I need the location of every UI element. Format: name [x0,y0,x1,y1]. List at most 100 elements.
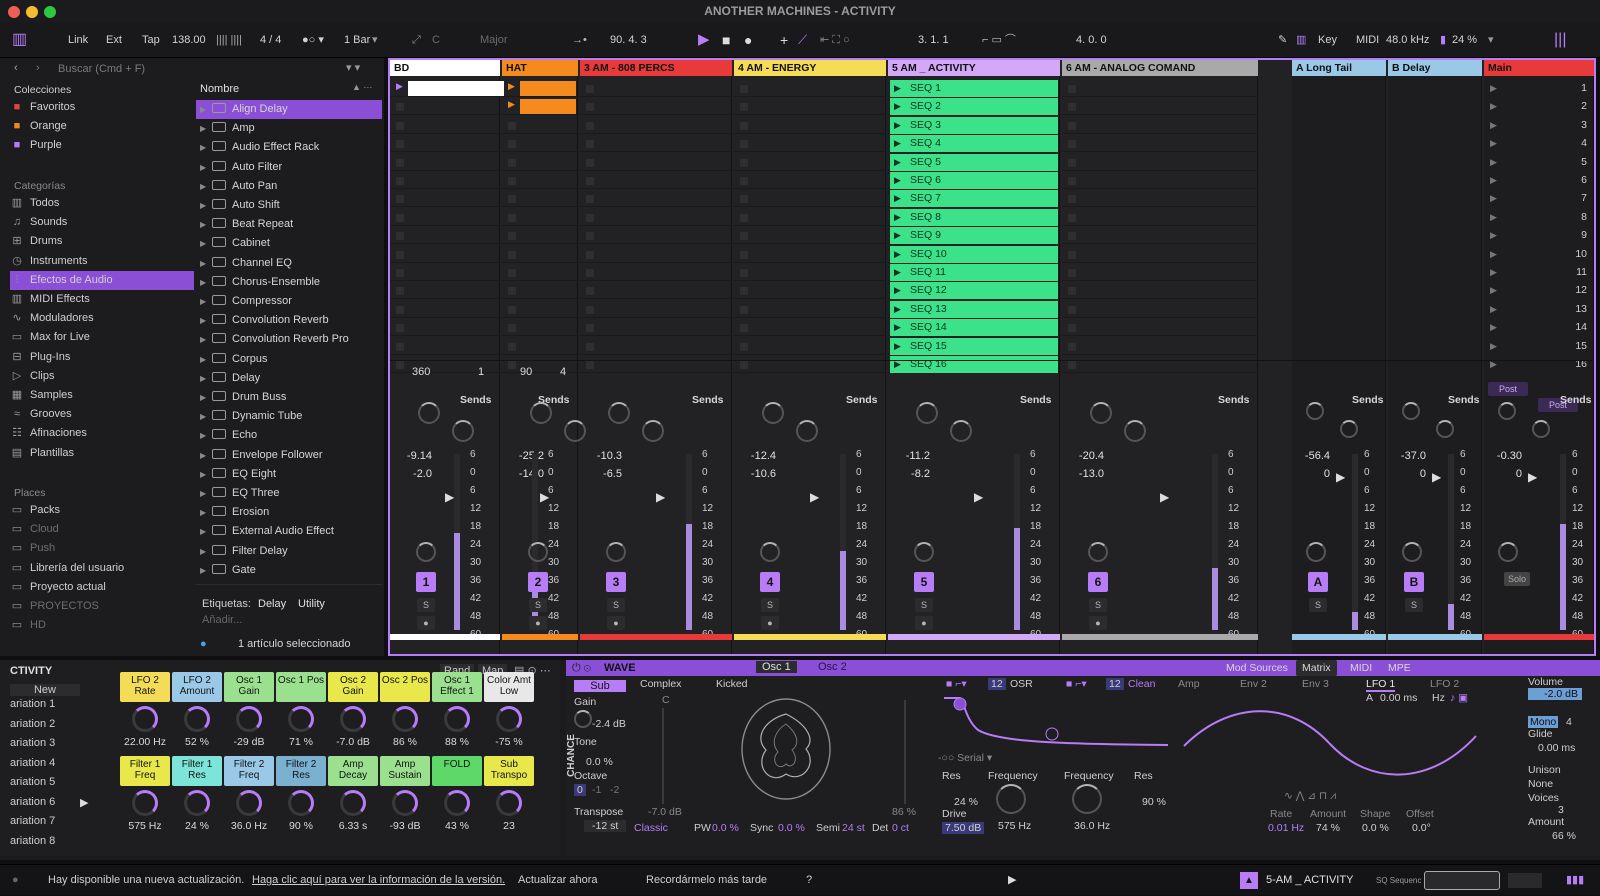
clip-stop-button[interactable] [508,232,516,241]
arm-button[interactable]: ● [1089,616,1107,630]
volume-fader-handle[interactable]: ▶ [974,490,983,504]
filter1-res-value[interactable]: 24 % [954,796,978,808]
category-instruments[interactable]: ◷ Instruments [10,252,194,271]
mono-toggle[interactable]: Mono [1528,716,1559,728]
expand-arrow-icon[interactable]: ▶ [200,196,212,215]
filter-curve-display[interactable] [938,690,1170,748]
clip-play-icon[interactable]: ▶ [894,172,901,189]
record-button[interactable]: ● [744,22,752,58]
clip-slot[interactable] [390,172,499,189]
clip-stop-button[interactable] [508,121,516,130]
clip-slot[interactable] [1062,356,1257,373]
clip-stop-button[interactable] [1068,195,1076,204]
clip-play-icon[interactable]: ▶ [894,80,901,97]
clip[interactable] [408,81,504,96]
clip-stop-button[interactable] [586,213,594,222]
track-pan-value[interactable]: -6.5 [584,468,622,480]
time-signature-field[interactable]: 4 / 4 [260,22,281,58]
clip-slot[interactable]: ▶ [502,98,577,116]
clip-slot[interactable]: ▶ SEQ 3 [888,116,1059,134]
clip-slot[interactable] [734,117,885,134]
clip-stop-button[interactable] [586,287,594,296]
clip-slot[interactable] [502,264,577,281]
clip-stop-button[interactable] [1068,324,1076,333]
send-b-knob[interactable] [642,420,664,442]
clip-slot[interactable]: ▶ SEQ 2 [888,98,1059,116]
clip-stop-button[interactable] [586,195,594,204]
scene-launch-icon[interactable]: ▶ [1490,301,1497,318]
track-activator-button[interactable]: 3 [606,572,626,592]
category-plantillas[interactable]: ▤ Plantillas [10,444,194,463]
clip[interactable]: ▶ SEQ 11 [890,264,1058,281]
clip-stop-button[interactable] [508,269,516,277]
close-window-button[interactable] [8,6,20,18]
send-a-knob[interactable] [1402,402,1420,420]
variation-item[interactable]: ariation 6 [10,796,110,808]
track-header[interactable]: 5 AM _ ACTIVITY [888,60,1060,76]
send-b-knob[interactable] [452,420,474,442]
clip-stop-button[interactable] [586,177,594,185]
clip[interactable]: ▶ SEQ 4 [890,135,1058,153]
clip-stop-button[interactable] [586,103,594,112]
clip-slot[interactable]: ▶ SEQ 1 [888,80,1059,97]
clip-slot[interactable] [734,98,885,116]
clip-slot[interactable]: ▶ SEQ 16 [888,356,1059,373]
expand-arrow-icon[interactable]: ▶ [200,100,212,119]
clip-slot[interactable] [390,282,499,300]
scene-number[interactable]: 2 [1581,98,1587,115]
variation-item[interactable]: ariation 2 [10,718,110,730]
expand-arrow-icon[interactable]: ▶ [200,465,212,484]
clip-slot[interactable]: ▶ [502,80,577,97]
clip-stop-button[interactable] [1068,305,1076,314]
pan-knob[interactable] [606,542,626,562]
clip-stop-button[interactable] [586,140,594,149]
clip-stop-button[interactable] [586,305,594,314]
clip-slot[interactable]: ▶ SEQ 15 [888,337,1059,355]
macro-knob[interactable] [236,706,262,732]
send-b-knob[interactable] [1124,420,1146,442]
clip-slot[interactable]: ▶ [390,80,504,97]
arm-button[interactable]: ● [417,616,435,630]
return-volume-value[interactable]: -37.0 [1388,450,1426,462]
clip-slot[interactable] [1062,301,1257,318]
category-todos[interactable]: ▥ Todos [10,194,194,213]
clip-slot[interactable] [1062,135,1257,153]
lfo-attack-value[interactable]: 0.00 ms [1380,692,1417,704]
category-grooves[interactable]: ≈ Grooves [10,405,194,424]
draw-mode-icon[interactable]: ✎ [1278,22,1287,58]
category-clips[interactable]: ▷ Clips [10,367,194,386]
scene-launch-icon[interactable]: ▶ [1490,190,1497,207]
category-samples[interactable]: ▦ Samples [10,386,194,405]
collection-orange[interactable]: ■ Orange [10,117,194,136]
volume-fader-handle[interactable]: ▶ [1336,470,1345,484]
macro-knob[interactable] [444,790,470,816]
expand-arrow-icon[interactable]: ▶ [200,484,212,503]
category-drums[interactable]: ⊞ Drums [10,232,194,251]
device-power-icon[interactable]: ⏻ ⊙ [572,662,591,675]
track-header[interactable]: 3 AM - 808 PERCS [580,60,732,76]
clip-slot[interactable] [502,301,577,318]
capture-icon[interactable]: ⇤ ⛶ ○ [820,22,850,58]
arm-button[interactable]: ● [529,616,547,630]
pan-knob[interactable] [528,542,548,562]
clip-stop-button[interactable] [1068,177,1076,185]
mod-source-tab-env-3[interactable]: Env 3 [1302,678,1329,690]
filter2-slope-button[interactable]: 12 [1106,678,1124,690]
clip-slot[interactable] [734,282,885,300]
clip-stop-button[interactable] [508,324,516,333]
clip-slot[interactable] [390,190,499,208]
clip[interactable]: ▶ SEQ 10 [890,245,1058,263]
collection-favoritos[interactable]: ■ Favoritos [10,98,194,117]
clip-play-icon[interactable]: ▶ [894,154,901,171]
clip-slot[interactable] [1062,154,1257,171]
expand-arrow-icon[interactable]: ▶ [200,407,212,426]
clip-stop-button[interactable] [1068,85,1076,93]
voices-value[interactable]: 3 [1558,804,1564,816]
clip-slot[interactable] [502,117,577,134]
key-root-menu[interactable]: C [432,22,440,58]
scene-launch-icon[interactable]: ▶ [1490,172,1497,189]
browser-item[interactable]: ▶ Gate [196,561,382,580]
clip-stop-button[interactable] [586,232,594,241]
clip-stop-button[interactable] [1068,103,1076,112]
arm-button[interactable]: ● [761,616,779,630]
